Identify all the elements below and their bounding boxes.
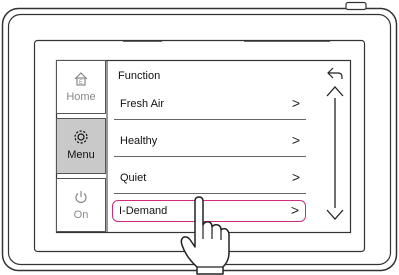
chevron-right-icon: > <box>291 132 300 148</box>
gear-icon <box>74 130 88 144</box>
page-title: Function <box>118 70 161 82</box>
sidebar-item-home[interactable]: E Home <box>56 60 106 114</box>
svg-text:E: E <box>79 80 83 86</box>
list-item-label: Fresh Air <box>120 98 165 110</box>
divider <box>114 193 306 194</box>
scrollbar[interactable] <box>324 82 346 224</box>
divider <box>114 156 306 157</box>
pointing-hand-icon <box>180 196 230 275</box>
sidebar-item-label: On <box>73 209 89 221</box>
list-item-healthy[interactable]: Healthy > <box>114 130 306 157</box>
chevron-right-icon: > <box>290 202 299 218</box>
home-icon: E <box>74 72 88 86</box>
list-item-fresh-air[interactable]: Fresh Air > <box>114 93 306 120</box>
list-item-label: Quiet <box>120 172 147 184</box>
chevron-right-icon: > <box>291 95 300 111</box>
back-icon[interactable] <box>326 66 344 82</box>
power-icon <box>75 191 87 204</box>
sidebar-item-on[interactable]: On <box>56 178 106 232</box>
sidebar-item-label: Menu <box>67 149 95 161</box>
sidebar-item-menu[interactable]: Menu <box>56 118 106 174</box>
chevron-right-icon: > <box>291 169 300 185</box>
list-item-quiet[interactable]: Quiet > <box>114 167 306 194</box>
list-item-label: I-Demand <box>119 205 168 217</box>
list-item-label: Healthy <box>120 135 158 147</box>
sidebar-item-label: Home <box>66 91 96 103</box>
divider <box>114 119 306 120</box>
